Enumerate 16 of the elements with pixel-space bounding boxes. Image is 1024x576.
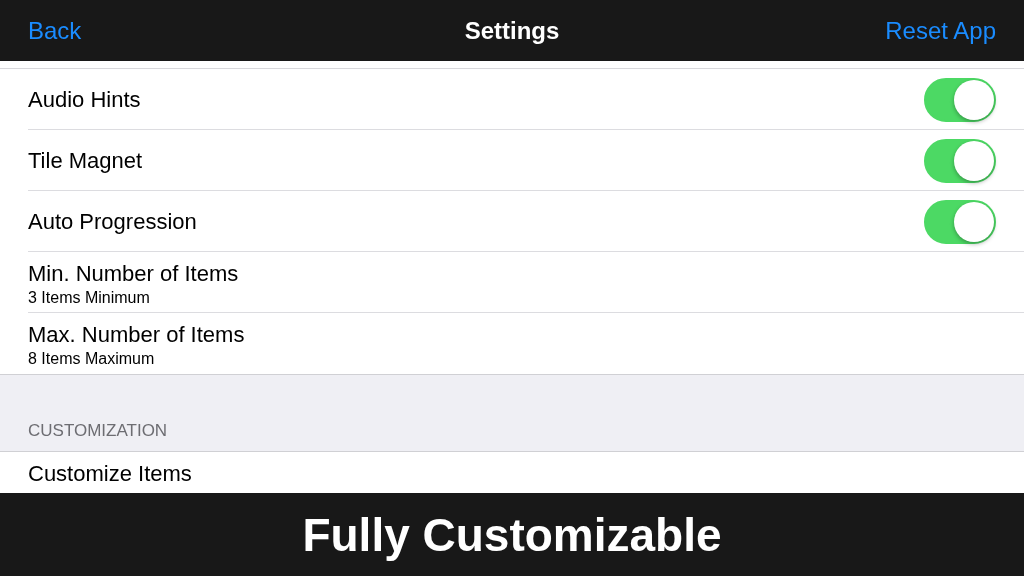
reset-app-button[interactable]: Reset App [885, 16, 996, 45]
toggle-switch[interactable] [924, 138, 996, 183]
setting-label[interactable]: Customize Items [28, 461, 192, 487]
setting-label: Tile Magnet [28, 147, 143, 174]
nav-title: Settings [464, 16, 560, 45]
toggle-switch[interactable] [924, 199, 996, 244]
setting-subtitle: 8 Items Maximum [28, 350, 155, 368]
setting-label[interactable]: Min. Number of Items [28, 261, 239, 287]
setting-subtitle: 3 Items Minimum [28, 289, 150, 307]
caption-text: Fully Customizable [302, 507, 722, 562]
setting-label: Auto Progression [28, 208, 197, 235]
section-header: CUSTOMIZATION [28, 421, 168, 441]
setting-label[interactable]: Max. Number of Items [28, 322, 245, 348]
toggle-switch[interactable] [924, 77, 996, 122]
back-button[interactable]: Back [28, 16, 82, 45]
setting-label: Audio Hints [28, 86, 141, 113]
